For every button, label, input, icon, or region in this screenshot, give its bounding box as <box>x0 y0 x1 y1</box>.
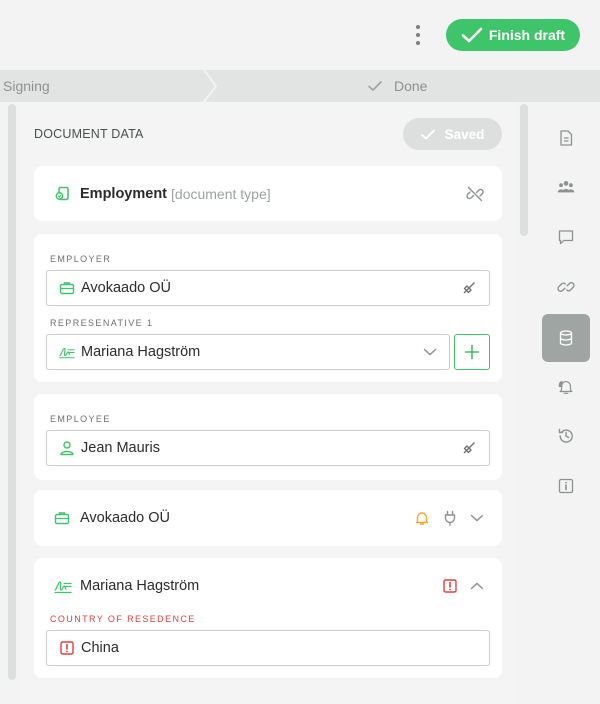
info-icon <box>558 478 574 494</box>
company-card[interactable]: Avokaado OÜ <box>34 490 502 546</box>
employee-label: EMPLOYEE <box>50 414 111 424</box>
left-scrollbar[interactable] <box>8 104 16 680</box>
step-signing[interactable]: Signing <box>3 78 50 94</box>
chevron-down-icon[interactable] <box>423 347 437 357</box>
document-type-subtitle: [document type] <box>171 185 271 202</box>
employer-card: EMPLOYER Avokaado OÜ REPRESENATIVE 1 Mar… <box>34 234 502 382</box>
bell-icon[interactable] <box>414 510 430 526</box>
link-icon <box>557 282 575 292</box>
document-icon <box>560 130 573 146</box>
sidebar-item-notifications[interactable] <box>542 363 590 411</box>
panel-scrollbar[interactable] <box>520 104 528 236</box>
representative-label: REPRESENATIVE 1 <box>50 318 154 328</box>
document-type-icon <box>54 185 72 203</box>
add-representative-button[interactable] <box>454 334 490 370</box>
sidebar-item-history[interactable] <box>542 412 590 460</box>
error-icon <box>59 640 75 656</box>
chevron-up-icon[interactable] <box>470 581 484 591</box>
employer-field[interactable]: Avokaado OÜ <box>46 270 490 306</box>
step-separator-icon <box>203 70 218 102</box>
saved-label: Saved <box>444 126 485 142</box>
panel-title: DOCUMENT DATA <box>34 127 144 141</box>
more-options-icon[interactable] <box>411 25 425 45</box>
person-card-header[interactable]: Mariana Hagström <box>34 558 502 614</box>
steps-bar: Signing Done <box>0 70 600 102</box>
country-value: China <box>81 640 119 656</box>
chevron-down-icon[interactable] <box>470 513 484 523</box>
sidebar-item-document[interactable] <box>542 114 590 162</box>
clear-field-icon[interactable] <box>461 440 477 456</box>
signature-icon <box>59 344 75 360</box>
plus-icon <box>464 344 480 360</box>
document-type-card: Employment [document type] <box>34 166 502 221</box>
finish-draft-label: Finish draft <box>488 27 566 43</box>
bell-icon <box>558 380 573 394</box>
country-label: COUNTRY OF RESEDENCE <box>50 614 196 624</box>
representative-value: Mariana Hagström <box>81 344 201 360</box>
sidebar-item-data[interactable] <box>542 314 590 362</box>
country-field[interactable]: China <box>46 630 490 666</box>
step-done[interactable]: Done <box>368 78 427 94</box>
check-icon <box>420 129 435 139</box>
employer-label: EMPLOYER <box>50 254 112 264</box>
error-icon <box>442 578 458 594</box>
document-data-panel: DOCUMENT DATA Saved Employment [document… <box>18 102 516 704</box>
people-icon <box>557 181 575 193</box>
plug-icon[interactable] <box>442 510 458 526</box>
top-bar: Finish draft <box>0 0 600 70</box>
employee-card: EMPLOYEE Jean Mauris <box>34 394 502 480</box>
comment-icon <box>558 230 574 245</box>
employee-value: Jean Mauris <box>81 440 160 456</box>
history-icon <box>558 428 573 443</box>
clear-field-icon[interactable] <box>461 280 477 296</box>
unlink-icon[interactable] <box>466 185 484 203</box>
person-icon <box>59 440 75 456</box>
company-card-title: Avokaado OÜ <box>80 510 171 526</box>
briefcase-icon <box>59 280 75 296</box>
employee-field[interactable]: Jean Mauris <box>46 430 490 466</box>
check-icon <box>461 27 483 43</box>
step-done-label: Done <box>394 78 428 94</box>
briefcase-icon <box>54 509 72 527</box>
person-card: Mariana Hagström COUNTRY OF RESEDENCE Ch… <box>34 558 502 678</box>
sidebar-item-info[interactable] <box>542 462 590 510</box>
finish-draft-button[interactable]: Finish draft <box>446 19 580 51</box>
signature-icon <box>54 577 72 595</box>
saved-status-button[interactable]: Saved <box>403 118 502 150</box>
sidebar-item-people[interactable] <box>542 163 590 211</box>
sidebar-item-links[interactable] <box>542 263 590 311</box>
database-icon <box>559 330 573 346</box>
document-type-title: Employment <box>80 185 168 202</box>
person-card-title: Mariana Hagström <box>80 578 200 594</box>
sidebar-item-comments[interactable] <box>542 213 590 261</box>
representative-select[interactable]: Mariana Hagström <box>46 334 450 370</box>
employer-value: Avokaado OÜ <box>81 280 172 296</box>
check-icon <box>368 81 382 91</box>
